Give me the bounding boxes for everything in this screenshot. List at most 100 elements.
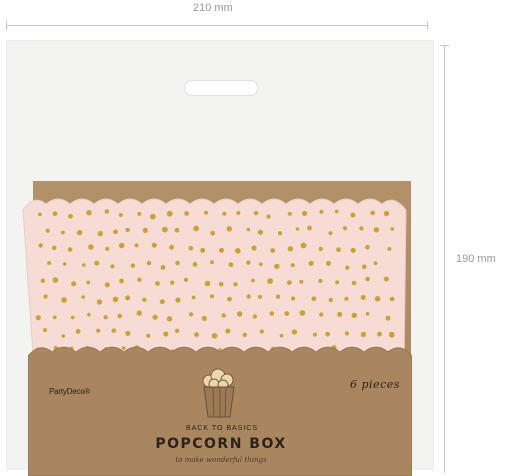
gold-dot xyxy=(97,230,104,237)
gold-dot xyxy=(287,246,294,252)
gold-dot xyxy=(193,225,200,232)
gold-dot xyxy=(40,278,45,283)
gold-dot xyxy=(377,331,382,337)
gold-dot xyxy=(246,260,251,265)
gold-dot xyxy=(246,294,251,299)
gold-dot xyxy=(61,297,67,303)
gold-dot xyxy=(45,228,50,233)
gold-dot xyxy=(284,311,290,316)
gold-dot xyxy=(118,213,123,217)
gold-dot xyxy=(104,282,110,288)
gold-dot xyxy=(251,245,257,251)
gold-dot xyxy=(299,310,306,316)
product-title: POPCORN BOX xyxy=(155,436,287,452)
gold-dot xyxy=(290,263,295,268)
gold-dot xyxy=(275,294,281,299)
gold-dot xyxy=(38,243,43,248)
gold-dot xyxy=(390,227,395,231)
gold-dot xyxy=(183,277,189,282)
gold-dot xyxy=(119,278,124,284)
gold-dot xyxy=(335,280,340,285)
gold-dot xyxy=(162,226,168,233)
gold-dot xyxy=(299,279,304,284)
gold-dot xyxy=(291,329,298,335)
gold-dot xyxy=(252,314,258,319)
gold-dot xyxy=(118,242,125,249)
gold-dot xyxy=(192,262,198,267)
gold-dot xyxy=(326,260,331,266)
gold-dot xyxy=(300,242,307,249)
gold-dot xyxy=(236,211,241,215)
gold-dot xyxy=(359,226,364,231)
gold-dot xyxy=(295,227,300,231)
gold-dot xyxy=(146,333,151,338)
gold-dot xyxy=(307,225,312,231)
gold-dot xyxy=(194,332,199,337)
gold-dot xyxy=(259,329,264,334)
gold-dot xyxy=(96,299,103,305)
gold-dot xyxy=(210,230,216,236)
gold-dot xyxy=(62,262,67,266)
gold-dot xyxy=(166,210,173,217)
gold-dot xyxy=(142,227,148,233)
width-dimension-line xyxy=(6,25,428,26)
gold-dot xyxy=(365,312,370,316)
gold-dot xyxy=(319,312,324,317)
gold-dot xyxy=(151,242,157,248)
gold-dot xyxy=(383,210,390,217)
gold-dot xyxy=(308,260,314,266)
gold-dot xyxy=(373,227,380,233)
gold-dot xyxy=(342,226,348,231)
gold-dot xyxy=(287,211,292,216)
gold-dot xyxy=(67,247,73,252)
gold-dot xyxy=(388,331,395,338)
gold-dot xyxy=(227,296,232,302)
gold-dot xyxy=(228,262,234,268)
gold-dot xyxy=(137,277,142,282)
gold-dot xyxy=(226,226,232,232)
gold-dot xyxy=(117,313,122,319)
gold-dot xyxy=(51,245,57,251)
gold-dot xyxy=(374,296,381,302)
gold-dot xyxy=(251,278,255,283)
gold-dot xyxy=(82,263,86,267)
gold-dot xyxy=(204,280,211,287)
gold-dot xyxy=(387,247,392,251)
gold-dot xyxy=(103,315,108,320)
gold-dot xyxy=(146,260,152,266)
gold-dot xyxy=(61,334,66,338)
gold-dot xyxy=(385,315,391,321)
gold-dot xyxy=(360,331,367,338)
gold-dot xyxy=(155,281,160,286)
gold-dot xyxy=(266,214,271,219)
gold-dot xyxy=(210,260,214,265)
gold-dot xyxy=(70,315,75,320)
gold-dot xyxy=(191,295,196,300)
gold-dot xyxy=(142,297,147,302)
gold-dot xyxy=(269,311,275,316)
gold-dot xyxy=(259,262,263,267)
gold-dot xyxy=(88,244,94,250)
gold-dot xyxy=(279,333,284,338)
gold-dot xyxy=(291,296,296,301)
gold-dot xyxy=(218,281,224,287)
gold-dot xyxy=(163,331,169,337)
gold-dot xyxy=(175,297,181,303)
gold-dot xyxy=(325,331,330,337)
gold-dot xyxy=(370,210,376,216)
gold-dot xyxy=(87,312,91,317)
gold-dot xyxy=(175,260,180,266)
gold-dot xyxy=(383,276,389,282)
gold-dot xyxy=(110,264,115,269)
gold-dot xyxy=(152,314,158,320)
brand-logo: PartyDeco® xyxy=(49,387,91,396)
height-dimension-label: 190 mm xyxy=(456,253,496,265)
gold-dot xyxy=(174,328,180,333)
gold-dot xyxy=(318,278,323,283)
gold-dot xyxy=(61,230,65,235)
gold-dot xyxy=(76,229,83,236)
gold-dot xyxy=(211,333,218,339)
gold-dot xyxy=(86,280,91,285)
gold-dot xyxy=(235,248,241,254)
gold-dot xyxy=(328,297,333,303)
